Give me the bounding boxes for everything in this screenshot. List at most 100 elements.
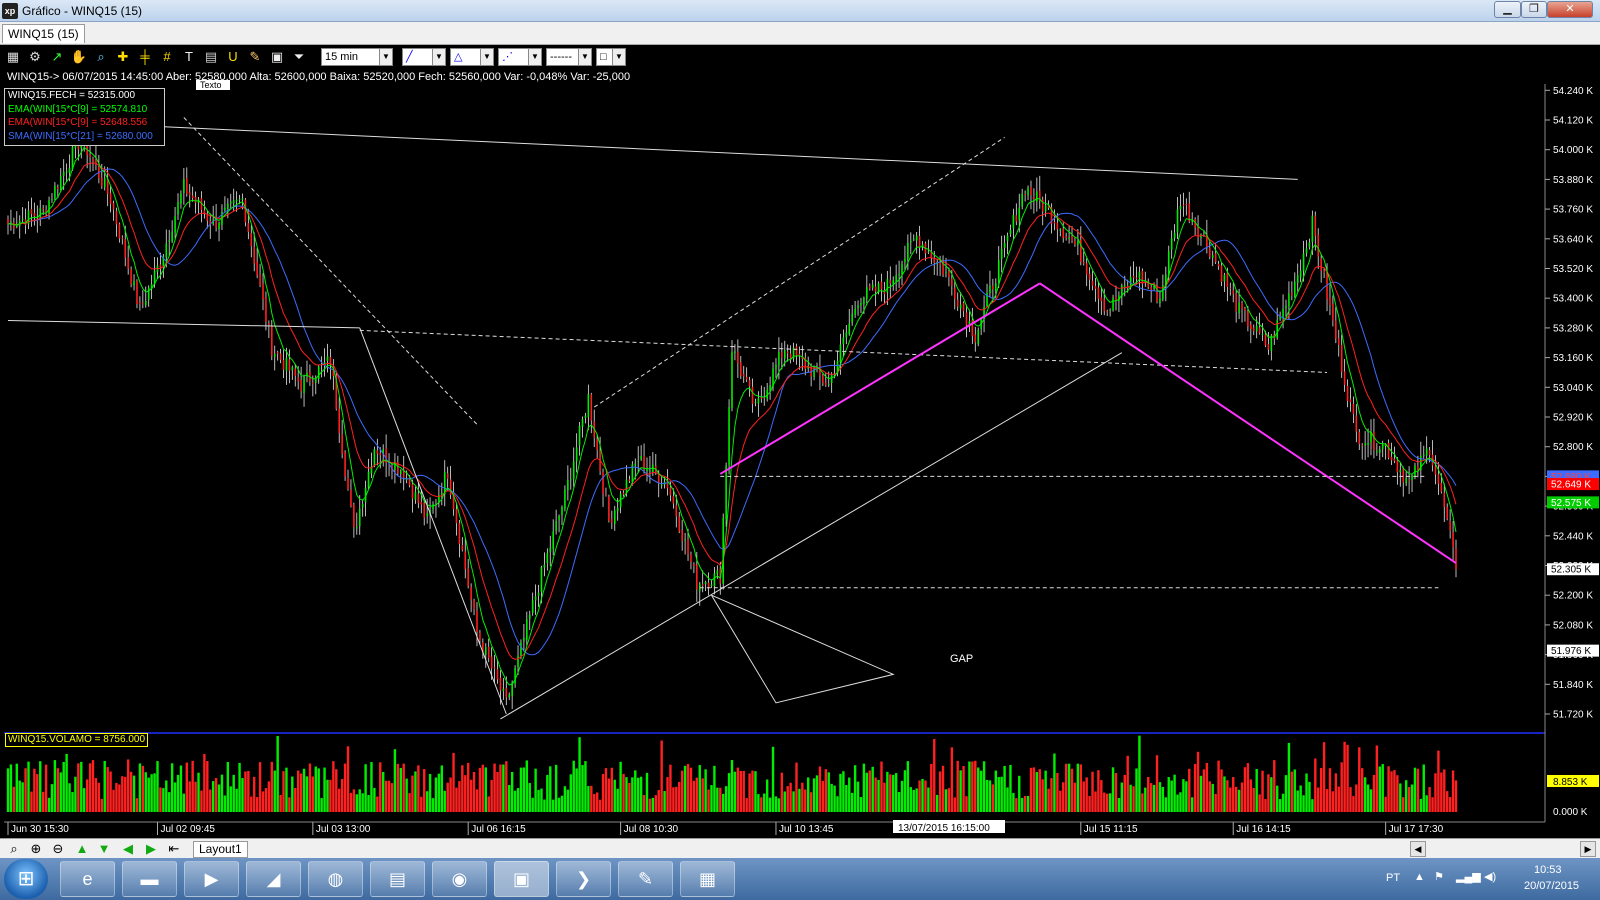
zoom-in-icon[interactable]: ⊕ [28, 841, 44, 857]
volume-bar [329, 779, 332, 812]
network-icon[interactable]: ◢ [246, 861, 301, 897]
chrome-icon[interactable]: ◉ [432, 861, 487, 897]
candle-body [1229, 287, 1232, 289]
volume-bar [625, 777, 628, 812]
candle-body [1182, 204, 1185, 206]
start-button[interactable]: ⊞ [4, 859, 48, 899]
volume-bar [188, 781, 191, 812]
volume-bar [314, 766, 317, 812]
volume-bar [587, 786, 590, 812]
flag-icon[interactable]: ⚑ [1434, 870, 1444, 883]
arrow-right-icon[interactable]: ▶ [143, 841, 159, 857]
zoom-out-icon[interactable]: ⊖ [50, 841, 66, 857]
candle-body [250, 233, 253, 247]
candle-body [669, 487, 672, 496]
signal-icon[interactable]: ▂▄▆ [1456, 870, 1481, 883]
arrow-down-icon[interactable]: ▼ [96, 841, 112, 857]
clock-time[interactable]: 10:53 [1534, 864, 1562, 876]
candle-body [417, 493, 420, 504]
folder-icon[interactable]: ▤ [370, 861, 425, 897]
candle-body [1235, 293, 1237, 312]
xp-app-icon[interactable]: ▣ [494, 861, 549, 897]
candle-body [1393, 458, 1396, 462]
layout-tab[interactable]: Layout1 [193, 841, 248, 858]
indicator-legend: WINQ15.FECH = 52315.000 EMA(WIN[15*C[9] … [4, 88, 165, 146]
candle-body [783, 350, 786, 359]
scroll-end-icon[interactable]: ⇤ [166, 841, 182, 857]
candle-body [716, 570, 719, 575]
volume-bar [1141, 793, 1144, 812]
price-tick-label: 53.520 K [1553, 264, 1593, 275]
candle-body [901, 263, 903, 275]
explorer-icon[interactable]: ▬ [122, 861, 177, 897]
volume-bar [393, 749, 397, 812]
volume-bar [299, 773, 303, 812]
candle-body [1208, 247, 1211, 257]
candle-body [1282, 309, 1284, 318]
volume-bar [894, 773, 898, 812]
volume-bar [1220, 769, 1223, 812]
volume-bar [115, 782, 118, 812]
volume-bar [722, 793, 725, 812]
volume-bar [845, 785, 848, 812]
volume-bar [833, 785, 836, 812]
media-player-icon[interactable]: ▶ [184, 861, 239, 897]
volume-bar [985, 779, 989, 812]
language-indicator[interactable]: PT [1386, 872, 1400, 884]
ie-icon[interactable]: e [60, 861, 115, 897]
volume-bar [396, 763, 400, 812]
volume-bar [1202, 769, 1206, 812]
volume-bar [528, 783, 531, 812]
arrow-app-icon[interactable]: ❯ [556, 861, 611, 897]
volume-bar [619, 761, 622, 812]
volume-bar [540, 788, 543, 812]
candle-body [399, 470, 402, 474]
photo-viewer-icon[interactable]: ▦ [680, 861, 735, 897]
scroll-left-button[interactable]: ◀ [1410, 841, 1426, 857]
candle-body [575, 447, 578, 462]
volume-bar [56, 768, 60, 812]
candle-body [180, 193, 182, 204]
volume-bar [434, 777, 438, 812]
candle-body [649, 470, 651, 472]
volume-bar [1390, 771, 1393, 812]
volume-bar [461, 765, 464, 812]
candle-body [1367, 442, 1369, 446]
clock-date[interactable]: 20/07/2015 [1524, 880, 1579, 892]
volume-bar [1404, 780, 1408, 812]
arrow-up-icon[interactable]: ▲ [74, 841, 90, 857]
scroll-right-button[interactable]: ▶ [1580, 841, 1596, 857]
candle-body [1320, 258, 1322, 271]
volume-icon[interactable]: ◀) [1484, 870, 1496, 883]
candle-body [602, 471, 604, 494]
price-chart[interactable]: 54.240 K 54.120 K 54.000 K 53.880 K 53.760 K… [0, 0, 1600, 838]
arrow-left-icon[interactable]: ◀ [120, 841, 136, 857]
volume-bar [1050, 778, 1053, 812]
candle-body [142, 303, 144, 305]
paint-icon[interactable]: ✎ [618, 861, 673, 897]
zoom-icon[interactable]: ⌕ [6, 841, 22, 857]
candle-body [1176, 209, 1179, 233]
candle-body [496, 669, 499, 680]
candle-body [171, 231, 173, 242]
volume-bar [150, 774, 153, 812]
sma-21-line [7, 168, 1457, 656]
candle-body [953, 287, 956, 300]
volume-bar [68, 783, 71, 812]
candle-body [54, 185, 56, 199]
volume-bar [338, 788, 341, 812]
system-tray: PT ▲ ⚑ ▂▄▆ ◀) 10:53 20/07/2015 [1376, 858, 1600, 900]
volume-bar [1255, 768, 1258, 812]
show-hidden-icon[interactable]: ▲ [1414, 871, 1425, 883]
candle-body [244, 199, 247, 223]
candle-body [1044, 205, 1047, 212]
volume-bar [569, 774, 572, 812]
volume-bar [1375, 745, 1379, 812]
volume-bar [933, 739, 936, 812]
candle-body [1024, 194, 1026, 196]
candle-body [1440, 482, 1443, 492]
hp-icon[interactable]: ◍ [308, 861, 363, 897]
volume-bar [1120, 782, 1124, 812]
volume-bar [727, 773, 731, 812]
candle-body [731, 352, 733, 409]
